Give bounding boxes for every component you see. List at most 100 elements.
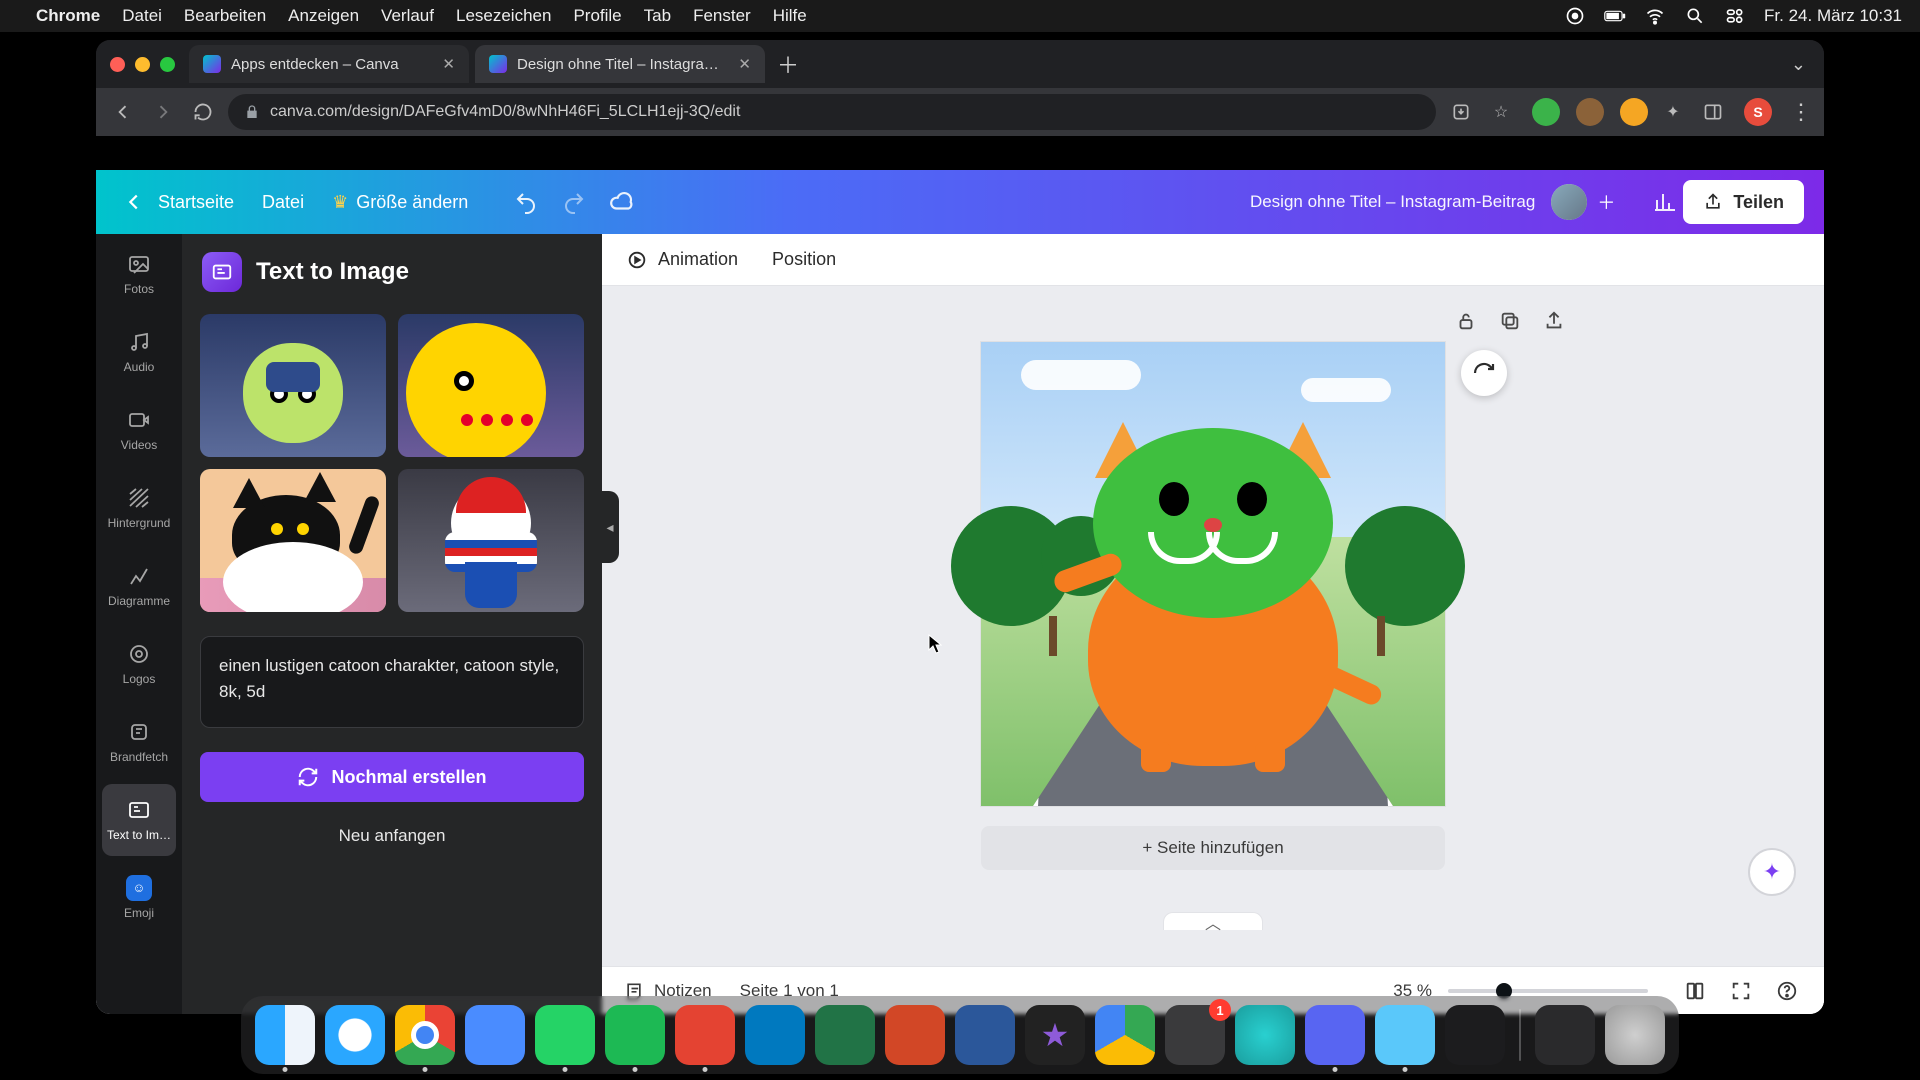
install-app-icon[interactable] (1446, 97, 1476, 127)
dock-trello[interactable] (745, 1005, 805, 1065)
bookmark-star-icon[interactable]: ☆ (1486, 97, 1516, 127)
rail-brandfetch[interactable]: Brandfetch (102, 706, 176, 778)
generated-image-3[interactable] (200, 469, 386, 612)
collapse-panel-handle[interactable]: ◂ (601, 491, 619, 563)
extension-icon[interactable] (1620, 98, 1648, 126)
menubar-item-bearbeiten[interactable]: Bearbeiten (184, 6, 266, 26)
fullscreen-icon[interactable] (1726, 976, 1756, 1006)
canvas-image[interactable] (981, 342, 1445, 806)
side-panel-icon[interactable] (1698, 97, 1728, 127)
rail-fotos[interactable]: Fotos (102, 238, 176, 310)
canvas-page[interactable] (981, 342, 1445, 806)
menubar-item-tab[interactable]: Tab (644, 6, 671, 26)
zoom-slider[interactable] (1448, 989, 1648, 993)
undo-icon[interactable] (508, 184, 544, 220)
control-center-icon[interactable] (1724, 5, 1746, 27)
dock-spotify[interactable] (605, 1005, 665, 1065)
design-title[interactable]: Design ohne Titel – Instagram-Beitrag (1250, 192, 1535, 212)
menubar-item-anzeigen[interactable]: Anzeigen (288, 6, 359, 26)
prompt-textarea[interactable]: einen lustigen catoon charakter, catoon … (200, 636, 584, 728)
rail-logos[interactable]: Logos (102, 628, 176, 700)
chrome-menu-icon[interactable]: ⋮ (1790, 99, 1812, 125)
menubar-item-fenster[interactable]: Fenster (693, 6, 751, 26)
extension-icon[interactable] (1576, 98, 1604, 126)
dock-voice-memos[interactable] (1445, 1005, 1505, 1065)
dock-whatsapp[interactable] (535, 1005, 595, 1065)
magic-assistant-button[interactable]: ✦ (1748, 848, 1796, 896)
animation-button[interactable]: Animation (626, 249, 738, 271)
dock-discord[interactable] (1305, 1005, 1365, 1065)
menubar-item-hilfe[interactable]: Hilfe (773, 6, 807, 26)
chrome-profile-avatar[interactable]: S (1744, 98, 1772, 126)
menubar-app-name[interactable]: Chrome (36, 6, 100, 26)
window-minimize-icon[interactable] (135, 57, 150, 72)
new-tab-button[interactable]: ＋ (771, 47, 805, 81)
help-icon[interactable] (1772, 976, 1802, 1006)
menubar-item-profile[interactable]: Profile (573, 6, 621, 26)
menubar-clock[interactable]: Fr. 24. März 10:31 (1764, 6, 1902, 26)
dock-system-settings[interactable]: 1 (1165, 1005, 1225, 1065)
menubar-item-verlauf[interactable]: Verlauf (381, 6, 434, 26)
browser-tab-1[interactable]: Apps entdecken – Canva ✕ (189, 45, 469, 83)
extension-icon[interactable] (1532, 98, 1560, 126)
position-button[interactable]: Position (772, 249, 836, 270)
dock-zoom[interactable] (465, 1005, 525, 1065)
url-bar[interactable]: canva.com/design/DAFeGfv4mD0/8wNhH46Fi_5… (228, 94, 1436, 130)
wifi-icon[interactable] (1644, 5, 1666, 27)
dock-powerpoint[interactable] (885, 1005, 945, 1065)
regenerate-button[interactable]: Nochmal erstellen (200, 752, 584, 802)
redo-icon[interactable] (556, 184, 592, 220)
rail-diagramme[interactable]: Diagramme (102, 550, 176, 622)
browser-tab-2-active[interactable]: Design ohne Titel – Instagram-… ✕ (475, 45, 765, 83)
cloud-sync-icon[interactable] (604, 184, 640, 220)
generated-image-1[interactable] (200, 314, 386, 457)
dock-safari[interactable] (325, 1005, 385, 1065)
lock-page-icon[interactable] (1453, 308, 1479, 334)
dock-todoist[interactable] (675, 1005, 735, 1065)
grid-view-icon[interactable] (1680, 976, 1710, 1006)
screen-record-icon[interactable] (1564, 5, 1586, 27)
window-close-icon[interactable] (110, 57, 125, 72)
rail-text-to-image[interactable]: Text to Im… (102, 784, 176, 856)
nav-forward-icon[interactable] (148, 97, 178, 127)
add-collaborator-icon[interactable]: ＋ (1591, 187, 1621, 217)
generated-image-2[interactable] (398, 314, 584, 457)
dock-word[interactable] (955, 1005, 1015, 1065)
tab-close-icon[interactable]: ✕ (738, 55, 751, 73)
dock-mission-control[interactable] (1535, 1005, 1595, 1065)
extensions-puzzle-icon[interactable]: ✦ (1658, 97, 1688, 127)
expand-page-list-handle[interactable]: ︿ (1163, 912, 1263, 930)
dock-finder[interactable] (255, 1005, 315, 1065)
generated-image-4[interactable] (398, 469, 584, 612)
canvas-stage[interactable]: + Seite hinzufügen ✦ ︿ (602, 286, 1824, 966)
nav-back-icon[interactable] (108, 97, 138, 127)
dock-quicktime[interactable] (1375, 1005, 1435, 1065)
share-button[interactable]: Teilen (1683, 180, 1804, 224)
regenerate-on-canvas-button[interactable] (1461, 350, 1507, 396)
user-avatar[interactable] (1551, 184, 1587, 220)
rail-hintergrund[interactable]: Hintergrund (102, 472, 176, 544)
duplicate-page-icon[interactable] (1497, 308, 1523, 334)
dock-excel[interactable] (815, 1005, 875, 1065)
battery-icon[interactable] (1604, 5, 1626, 27)
dock-app[interactable] (1235, 1005, 1295, 1065)
add-page-button[interactable]: + Seite hinzufügen (981, 826, 1445, 870)
rail-videos[interactable]: Videos (102, 394, 176, 466)
spotlight-search-icon[interactable] (1684, 5, 1706, 27)
canva-back-icon[interactable] (116, 184, 152, 220)
dock-trash[interactable] (1605, 1005, 1665, 1065)
menubar-item-datei[interactable]: Datei (122, 6, 162, 26)
dock-imovie[interactable] (1025, 1005, 1085, 1065)
dock-google-drive[interactable] (1095, 1005, 1155, 1065)
menubar-item-lesezeichen[interactable]: Lesezeichen (456, 6, 551, 26)
tab-search-icon[interactable]: ⌄ (1791, 54, 1806, 75)
tab-close-icon[interactable]: ✕ (442, 55, 455, 73)
upload-page-icon[interactable] (1541, 308, 1567, 334)
window-controls[interactable] (110, 57, 175, 72)
nav-reload-icon[interactable] (188, 97, 218, 127)
rail-emoji[interactable]: ☺Emoji (102, 862, 176, 934)
canva-resize-button[interactable]: ♛ Größe ändern (332, 192, 468, 213)
analytics-icon[interactable] (1647, 184, 1683, 220)
canva-file-menu[interactable]: Datei (262, 192, 304, 213)
start-over-button[interactable]: Neu anfangen (200, 814, 584, 858)
